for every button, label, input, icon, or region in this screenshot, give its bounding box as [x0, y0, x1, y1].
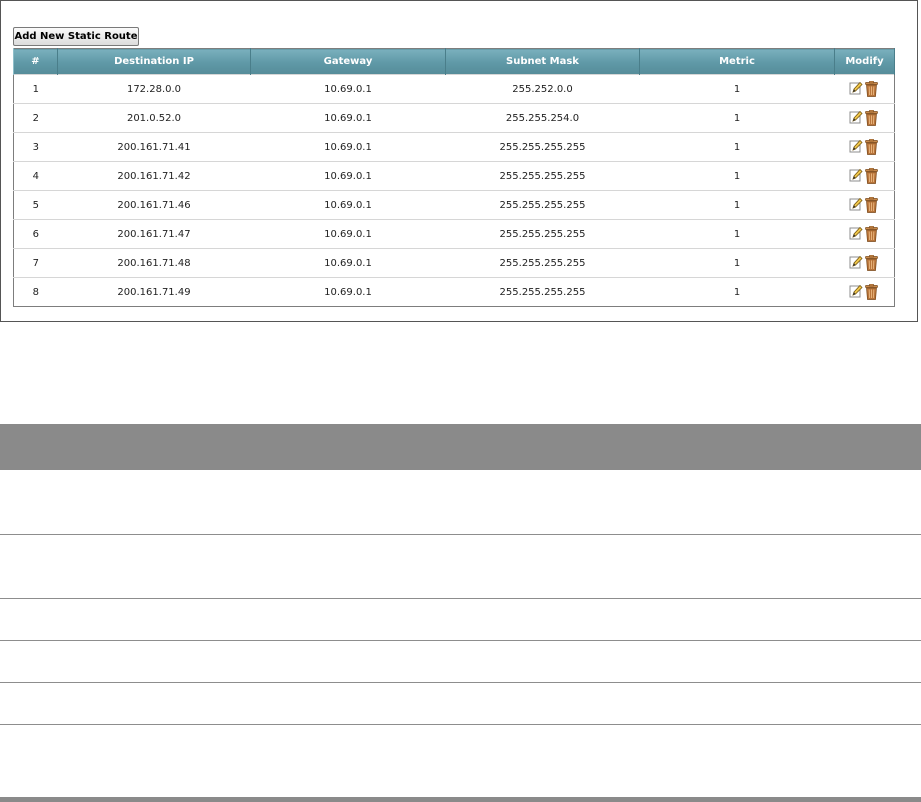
cell-gateway: 10.69.0.1 [250, 219, 446, 249]
cell-number: 8 [13, 277, 58, 307]
table-row: 6 200.161.71.47 10.69.0.1 255.255.255.255 1 [13, 219, 895, 249]
document-table-row [0, 683, 921, 725]
edit-icon[interactable] [849, 226, 863, 242]
table-row: 5 200.161.71.46 10.69.0.1 255.255.255.255 1 [13, 190, 895, 220]
column-header-metric: Metric [639, 48, 835, 75]
cell-gateway: 10.69.0.1 [250, 74, 446, 104]
table-row: 3 200.161.71.41 10.69.0.1 255.255.255.255 1 [13, 132, 895, 162]
edit-icon[interactable] [849, 255, 863, 271]
trash-icon[interactable] [865, 168, 879, 184]
cell-number: 4 [13, 161, 58, 191]
cell-subnet-mask: 255.255.255.255 [445, 132, 640, 162]
column-header-destination-ip: Destination IP [57, 48, 251, 75]
cell-destination-ip: 200.161.71.41 [57, 132, 251, 162]
cell-number: 6 [13, 219, 58, 249]
edit-icon[interactable] [849, 168, 863, 184]
edit-icon[interactable] [849, 81, 863, 97]
document-table-row [0, 641, 921, 683]
cell-modify [834, 190, 895, 220]
cell-modify [834, 132, 895, 162]
column-header-subnet-mask: Subnet Mask [445, 48, 640, 75]
table-row: 8 200.161.71.49 10.69.0.1 255.255.255.255 1 [13, 277, 895, 307]
cell-number: 3 [13, 132, 58, 162]
cell-gateway: 10.69.0.1 [250, 190, 446, 220]
cell-number: 2 [13, 103, 58, 133]
document-table-row [0, 599, 921, 641]
edit-icon[interactable] [849, 284, 863, 300]
cell-metric: 1 [639, 277, 835, 307]
column-header-number: # [13, 48, 58, 75]
document-table-header [0, 424, 921, 470]
edit-icon[interactable] [849, 139, 863, 155]
edit-icon[interactable] [849, 110, 863, 126]
cell-destination-ip: 200.161.71.48 [57, 248, 251, 278]
cell-number: 5 [13, 190, 58, 220]
cell-metric: 1 [639, 132, 835, 162]
document-table [0, 424, 921, 725]
cell-subnet-mask: 255.252.0.0 [445, 74, 640, 104]
cell-metric: 1 [639, 248, 835, 278]
table-row: 2 201.0.52.0 10.69.0.1 255.255.254.0 1 [13, 103, 895, 133]
cell-gateway: 10.69.0.1 [250, 132, 446, 162]
cell-destination-ip: 200.161.71.42 [57, 161, 251, 191]
cell-metric: 1 [639, 161, 835, 191]
trash-icon[interactable] [865, 110, 879, 126]
cell-subnet-mask: 255.255.254.0 [445, 103, 640, 133]
cell-destination-ip: 200.161.71.47 [57, 219, 251, 249]
cell-modify [834, 219, 895, 249]
cell-metric: 1 [639, 103, 835, 133]
cell-modify [834, 248, 895, 278]
column-header-gateway: Gateway [250, 48, 446, 75]
cell-destination-ip: 200.161.71.49 [57, 277, 251, 307]
cell-modify [834, 74, 895, 104]
table-row: 7 200.161.71.48 10.69.0.1 255.255.255.255 1 [13, 248, 895, 278]
trash-icon[interactable] [865, 255, 879, 271]
cell-modify [834, 161, 895, 191]
trash-icon[interactable] [865, 226, 879, 242]
cell-subnet-mask: 255.255.255.255 [445, 219, 640, 249]
cell-modify [834, 277, 895, 307]
cell-destination-ip: 200.161.71.46 [57, 190, 251, 220]
cell-metric: 1 [639, 219, 835, 249]
cell-subnet-mask: 255.255.255.255 [445, 161, 640, 191]
cell-gateway: 10.69.0.1 [250, 161, 446, 191]
document-table-row [0, 470, 921, 535]
cell-subnet-mask: 255.255.255.255 [445, 190, 640, 220]
table-header-row: # Destination IP Gateway Subnet Mask Met… [13, 48, 895, 75]
trash-icon[interactable] [865, 81, 879, 97]
table-row: 4 200.161.71.42 10.69.0.1 255.255.255.255 1 [13, 161, 895, 191]
column-header-modify: Modify [834, 48, 895, 75]
cell-gateway: 10.69.0.1 [250, 103, 446, 133]
cell-subnet-mask: 255.255.255.255 [445, 277, 640, 307]
cell-destination-ip: 201.0.52.0 [57, 103, 251, 133]
trash-icon[interactable] [865, 139, 879, 155]
cell-number: 7 [13, 248, 58, 278]
cell-modify [834, 103, 895, 133]
cell-number: 1 [13, 74, 58, 104]
cell-subnet-mask: 255.255.255.255 [445, 248, 640, 278]
cell-metric: 1 [639, 74, 835, 104]
document-table-footer [0, 797, 921, 802]
cell-metric: 1 [639, 190, 835, 220]
edit-icon[interactable] [849, 197, 863, 213]
trash-icon[interactable] [865, 284, 879, 300]
cell-gateway: 10.69.0.1 [250, 248, 446, 278]
cell-destination-ip: 172.28.0.0 [57, 74, 251, 104]
trash-icon[interactable] [865, 197, 879, 213]
cell-gateway: 10.69.0.1 [250, 277, 446, 307]
static-route-table: # Destination IP Gateway Subnet Mask Met… [13, 48, 895, 307]
document-table-row [0, 535, 921, 599]
static-route-panel: Add New Static Route # Destination IP Ga… [0, 0, 918, 322]
add-new-static-route-button[interactable]: Add New Static Route [13, 27, 139, 46]
table-row: 1 172.28.0.0 10.69.0.1 255.252.0.0 1 [13, 74, 895, 104]
